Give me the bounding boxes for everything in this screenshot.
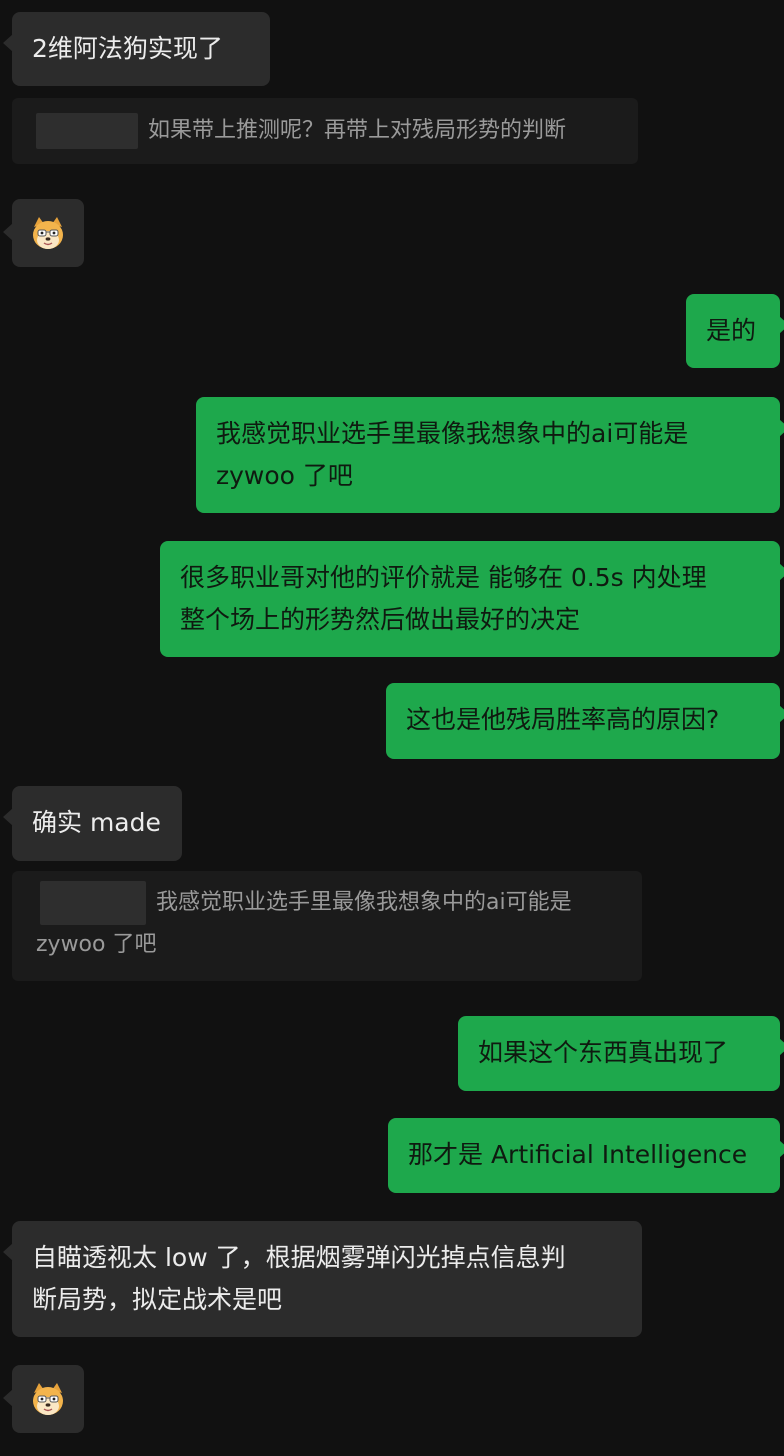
- message-incoming[interactable]: 自瞄透视太 low 了，根据烟雾弹闪光掉点信息判 断局势，拟定战术是吧: [3, 1221, 642, 1337]
- quoted-reply[interactable]: 我感觉职业选手里最像我想象中的ai可能是 zywoo 了吧: [12, 871, 642, 981]
- quoted-text-line-2: zywoo 了吧: [36, 932, 157, 957]
- message-outgoing[interactable]: 那才是 Artificial Intelligence: [388, 1118, 784, 1193]
- redacted-name: [36, 113, 138, 149]
- message-incoming[interactable]: 2维阿法狗实现了: [3, 12, 270, 86]
- sticker-message[interactable]: [3, 1365, 84, 1433]
- chat-window: 2维阿法狗实现了 如果带上推测呢？再带上对残局形势的判断 是的 我感觉职业选手里…: [0, 0, 784, 1456]
- quoted-reply[interactable]: 如果带上推测呢？再带上对残局形势的判断: [12, 98, 638, 164]
- message-outgoing[interactable]: 是的: [686, 294, 784, 368]
- message-outgoing[interactable]: 如果这个东西真出现了: [458, 1016, 784, 1091]
- sticker-message[interactable]: [3, 199, 84, 267]
- doge-emoji-icon: [33, 1383, 63, 1415]
- redacted-name: [40, 881, 146, 925]
- message-outgoing[interactable]: 这也是他残局胜率高的原因?: [386, 683, 784, 759]
- quoted-text: 如果带上推测呢？再带上对残局形势的判断: [148, 118, 567, 143]
- doge-emoji-icon: [33, 217, 63, 249]
- message-outgoing[interactable]: 我感觉职业选手里最像我想象中的ai可能是 zywoo 了吧: [196, 397, 784, 513]
- message-outgoing[interactable]: 很多职业哥对他的评价就是 能够在 0.5s 内处理 整个场上的形势然后做出最好的…: [160, 541, 784, 657]
- quoted-text-line-1: 我感觉职业选手里最像我想象中的ai可能是: [156, 890, 572, 915]
- message-incoming[interactable]: 确实 made: [3, 786, 182, 861]
